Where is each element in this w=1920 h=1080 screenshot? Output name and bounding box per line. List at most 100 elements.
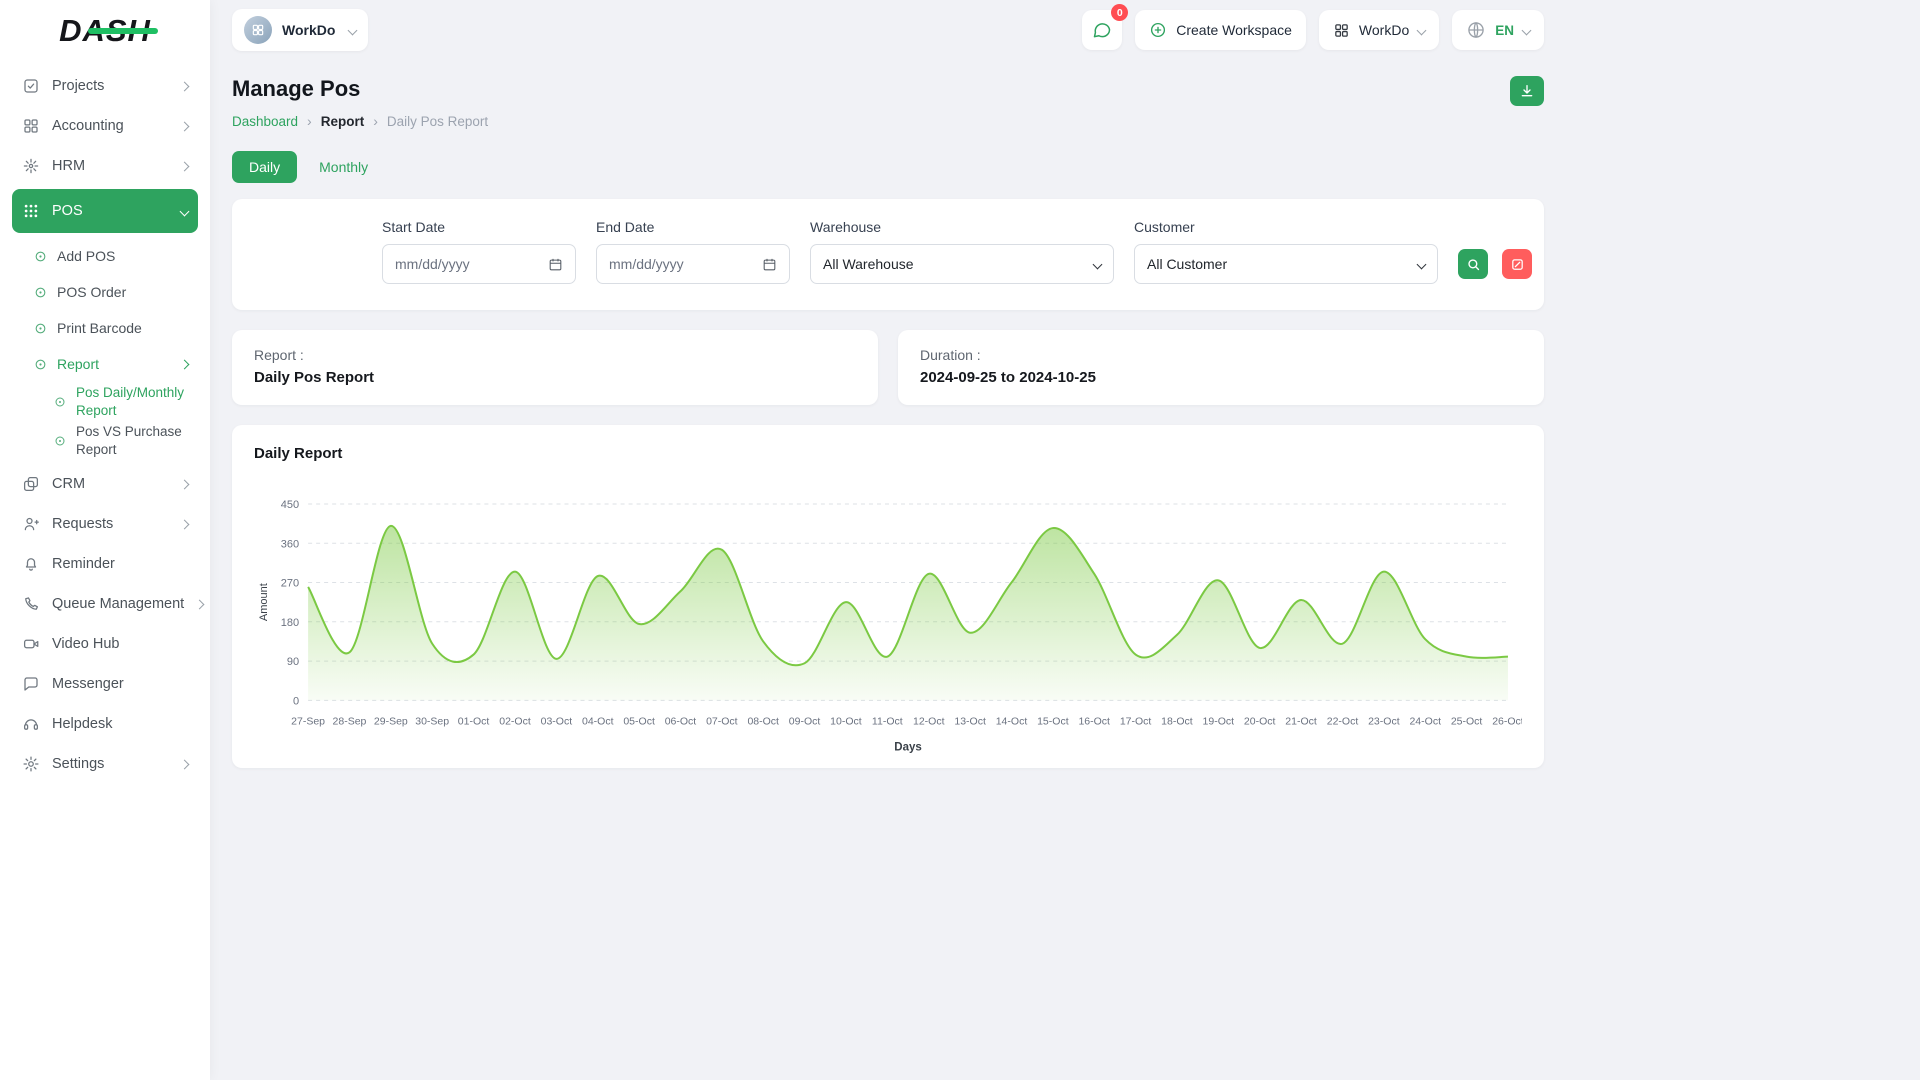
- sidebar-item-settings[interactable]: Settings: [12, 744, 198, 784]
- create-workspace-button[interactable]: Create Workspace: [1135, 10, 1306, 50]
- sidebar-item-messenger[interactable]: Messenger: [12, 664, 198, 704]
- sidebar-item-pos-order[interactable]: POS Order: [22, 274, 198, 310]
- target-bullet-icon: [34, 322, 47, 335]
- end-date-label: End Date: [596, 219, 790, 235]
- target-bullet-icon: [34, 250, 47, 263]
- target-bullet-icon: [54, 396, 66, 408]
- reset-button[interactable]: [1502, 249, 1532, 279]
- sidebar-item-queue-management[interactable]: Queue Management: [12, 584, 198, 624]
- svg-text:0: 0: [293, 695, 299, 707]
- svg-text:15-Oct: 15-Oct: [1037, 715, 1069, 727]
- calendar-icon: [762, 257, 777, 272]
- target-bullet-icon: [54, 435, 66, 447]
- download-button[interactable]: [1510, 76, 1544, 106]
- sidebar-item-helpdesk[interactable]: Helpdesk: [12, 704, 198, 744]
- sidebar-item-pos[interactable]: POS: [12, 189, 198, 233]
- customer-label: Customer: [1134, 219, 1438, 235]
- sidebar-item-reminder[interactable]: Reminder: [12, 544, 198, 584]
- customer-selected-value: All Customer: [1147, 256, 1227, 272]
- language-selector[interactable]: EN: [1452, 10, 1544, 50]
- customer-field: Customer All Customer: [1134, 219, 1438, 284]
- grid-icon: [1333, 22, 1350, 39]
- sidebar-item-requests[interactable]: Requests: [12, 504, 198, 544]
- start-date-label: Start Date: [382, 219, 576, 235]
- svg-text:27-Sep: 27-Sep: [291, 715, 325, 727]
- end-date-input[interactable]: mm/dd/yyyy: [596, 244, 790, 284]
- svg-text:01-Oct: 01-Oct: [458, 715, 490, 727]
- svg-text:03-Oct: 03-Oct: [541, 715, 573, 727]
- breadcrumb-dashboard[interactable]: Dashboard: [232, 114, 298, 129]
- chat-bubble-icon: [22, 675, 40, 693]
- workspace-name: WorkDo: [282, 22, 335, 38]
- sidebar-item-label: Settings: [52, 756, 104, 772]
- warehouse-field: Warehouse All Warehouse: [810, 219, 1114, 284]
- svg-text:06-Oct: 06-Oct: [665, 715, 697, 727]
- warehouse-label: Warehouse: [810, 219, 1114, 235]
- chevron-down-icon: [180, 206, 190, 216]
- svg-text:13-Oct: 13-Oct: [954, 715, 986, 727]
- pos-menu-icon: [22, 202, 40, 220]
- messages-button[interactable]: 0: [1082, 10, 1122, 50]
- workspace-menu-button[interactable]: WorkDo: [1319, 10, 1439, 50]
- sidebar-item-video-hub[interactable]: Video Hub: [12, 624, 198, 664]
- gear-icon: [22, 755, 40, 773]
- workspace-selector[interactable]: WorkDo: [232, 9, 368, 51]
- svg-text:02-Oct: 02-Oct: [499, 715, 531, 727]
- svg-text:12-Oct: 12-Oct: [913, 715, 945, 727]
- sidebar-item-label: Pos Daily/Monthly Report: [76, 384, 188, 419]
- warehouse-selected-value: All Warehouse: [823, 256, 914, 272]
- svg-text:14-Oct: 14-Oct: [996, 715, 1028, 727]
- layers-icon: [22, 475, 40, 493]
- reset-icon: [1510, 257, 1525, 272]
- chevron-down-icon: [348, 25, 358, 35]
- svg-text:24-Oct: 24-Oct: [1409, 715, 1441, 727]
- sidebar-item-hrm[interactable]: HRM: [12, 146, 198, 186]
- sidebar-item-add-pos[interactable]: Add POS: [22, 238, 198, 274]
- breadcrumb-report[interactable]: Report: [321, 114, 365, 129]
- customer-select[interactable]: All Customer: [1134, 244, 1438, 284]
- tab-daily[interactable]: Daily: [232, 151, 297, 183]
- top-bar-actions: 0 Create Workspace WorkDo EN: [1082, 10, 1544, 50]
- report-summary-card: Report : Daily Pos Report: [232, 330, 878, 405]
- sidebar-item-label: CRM: [52, 476, 85, 492]
- workspace-avatar: [244, 16, 272, 44]
- sidebar-item-pos-vs-purchase-report[interactable]: Pos VS Purchase Report: [42, 421, 198, 460]
- sidebar: DASH Projects Accounting HRM: [0, 0, 210, 1080]
- sidebar-item-report[interactable]: Report: [22, 346, 198, 382]
- warehouse-select[interactable]: All Warehouse: [810, 244, 1114, 284]
- start-date-field: Start Date mm/dd/yyyy: [382, 219, 576, 284]
- chart-title: Daily Report: [254, 445, 1522, 462]
- main-content: Manage Pos Dashboard Report Daily Pos Re…: [210, 60, 1566, 768]
- report-summary-label: Report :: [254, 347, 856, 363]
- sidebar-item-label: Requests: [52, 516, 113, 532]
- summary-row: Report : Daily Pos Report Duration : 202…: [232, 330, 1544, 405]
- target-bullet-icon: [34, 358, 47, 371]
- svg-text:23-Oct: 23-Oct: [1368, 715, 1400, 727]
- tab-monthly[interactable]: Monthly: [317, 151, 370, 183]
- start-date-value: mm/dd/yyyy: [395, 256, 470, 272]
- chevron-right-icon: [180, 81, 190, 91]
- sidebar-item-print-barcode[interactable]: Print Barcode: [22, 310, 198, 346]
- svg-text:25-Oct: 25-Oct: [1451, 715, 1483, 727]
- svg-text:17-Oct: 17-Oct: [1120, 715, 1152, 727]
- svg-text:28-Sep: 28-Sep: [333, 715, 367, 727]
- chevron-down-icon: [1522, 25, 1532, 35]
- breadcrumb-separator: [307, 113, 312, 129]
- sidebar-item-crm[interactable]: CRM: [12, 464, 198, 504]
- svg-text:04-Oct: 04-Oct: [582, 715, 614, 727]
- brand-logo[interactable]: DASH: [0, 0, 210, 62]
- start-date-input[interactable]: mm/dd/yyyy: [382, 244, 576, 284]
- svg-text:180: 180: [281, 617, 299, 629]
- svg-text:Days: Days: [894, 741, 922, 753]
- top-bar: WorkDo 0 Create Workspace WorkDo: [210, 0, 1566, 60]
- sidebar-item-label: Video Hub: [52, 636, 119, 652]
- sidebar-item-projects[interactable]: Projects: [12, 66, 198, 106]
- user-plus-icon: [22, 515, 40, 533]
- svg-text:18-Oct: 18-Oct: [1161, 715, 1193, 727]
- report-submenu: Pos Daily/Monthly Report Pos VS Purchase…: [22, 382, 198, 460]
- create-workspace-label: Create Workspace: [1176, 22, 1292, 38]
- workspace-menu-label: WorkDo: [1359, 22, 1409, 38]
- sidebar-item-pos-daily-monthly-report[interactable]: Pos Daily/Monthly Report: [42, 382, 198, 421]
- search-button[interactable]: [1458, 249, 1488, 279]
- sidebar-item-accounting[interactable]: Accounting: [12, 106, 198, 146]
